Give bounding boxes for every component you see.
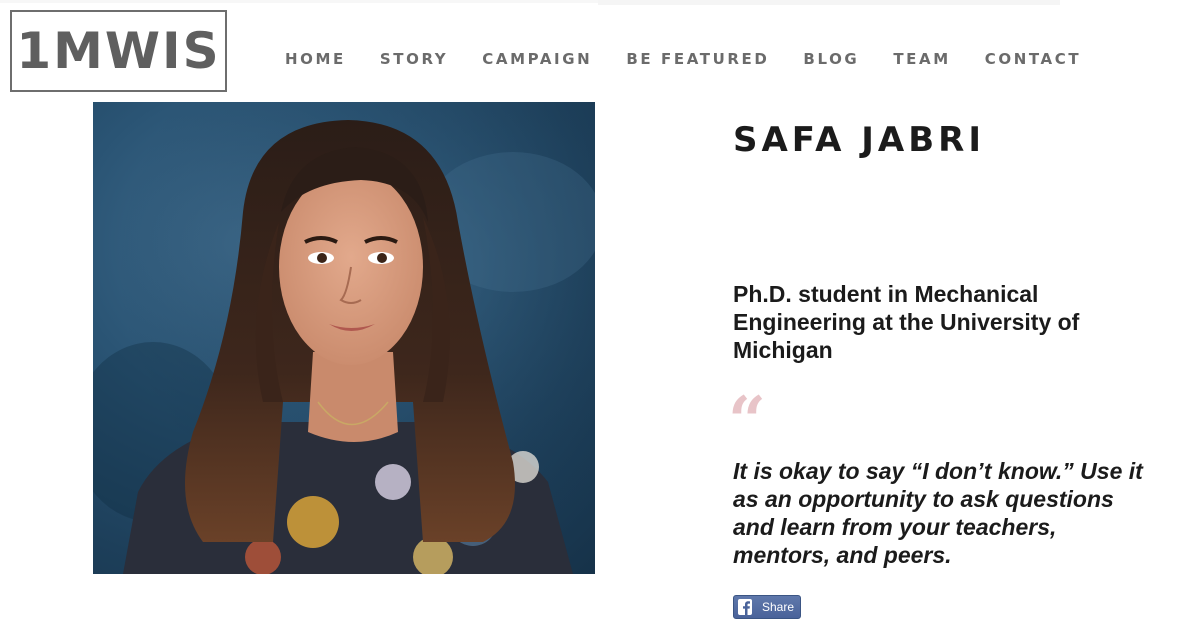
nav-item-contact[interactable]: CONTACT (985, 50, 1081, 68)
profile-title: Ph.D. student in Mechanical Engineering … (733, 281, 1080, 363)
nav-item-team[interactable]: TEAM (893, 50, 950, 68)
nav-item-blog[interactable]: BLOG (803, 50, 859, 68)
main-nav: HOME STORY CAMPAIGN BE FEATURED BLOG TEA… (285, 49, 1081, 69)
nav-item-story[interactable]: STORY (380, 50, 448, 68)
nav-item-be-featured[interactable]: BE FEATURED (626, 50, 769, 68)
profile-quote: It is okay to say “I don’t know.” Use it… (733, 458, 1143, 568)
top-strip-left (0, 0, 598, 3)
nav-item-campaign[interactable]: CAMPAIGN (482, 50, 592, 68)
portrait-illustration (93, 102, 595, 574)
facebook-icon (734, 596, 756, 618)
facebook-share-button[interactable]: Share (733, 595, 801, 619)
share-label: Share (762, 600, 795, 614)
quote-mark-icon: “ (728, 382, 766, 460)
logo-text: 1MWIS (16, 22, 221, 80)
profile-name: SAFA JABRI (733, 120, 985, 160)
nav-item-home[interactable]: HOME (285, 50, 346, 68)
profile-photo (93, 102, 595, 574)
top-strip (598, 0, 1060, 5)
site-logo[interactable]: 1MWIS (10, 10, 227, 92)
